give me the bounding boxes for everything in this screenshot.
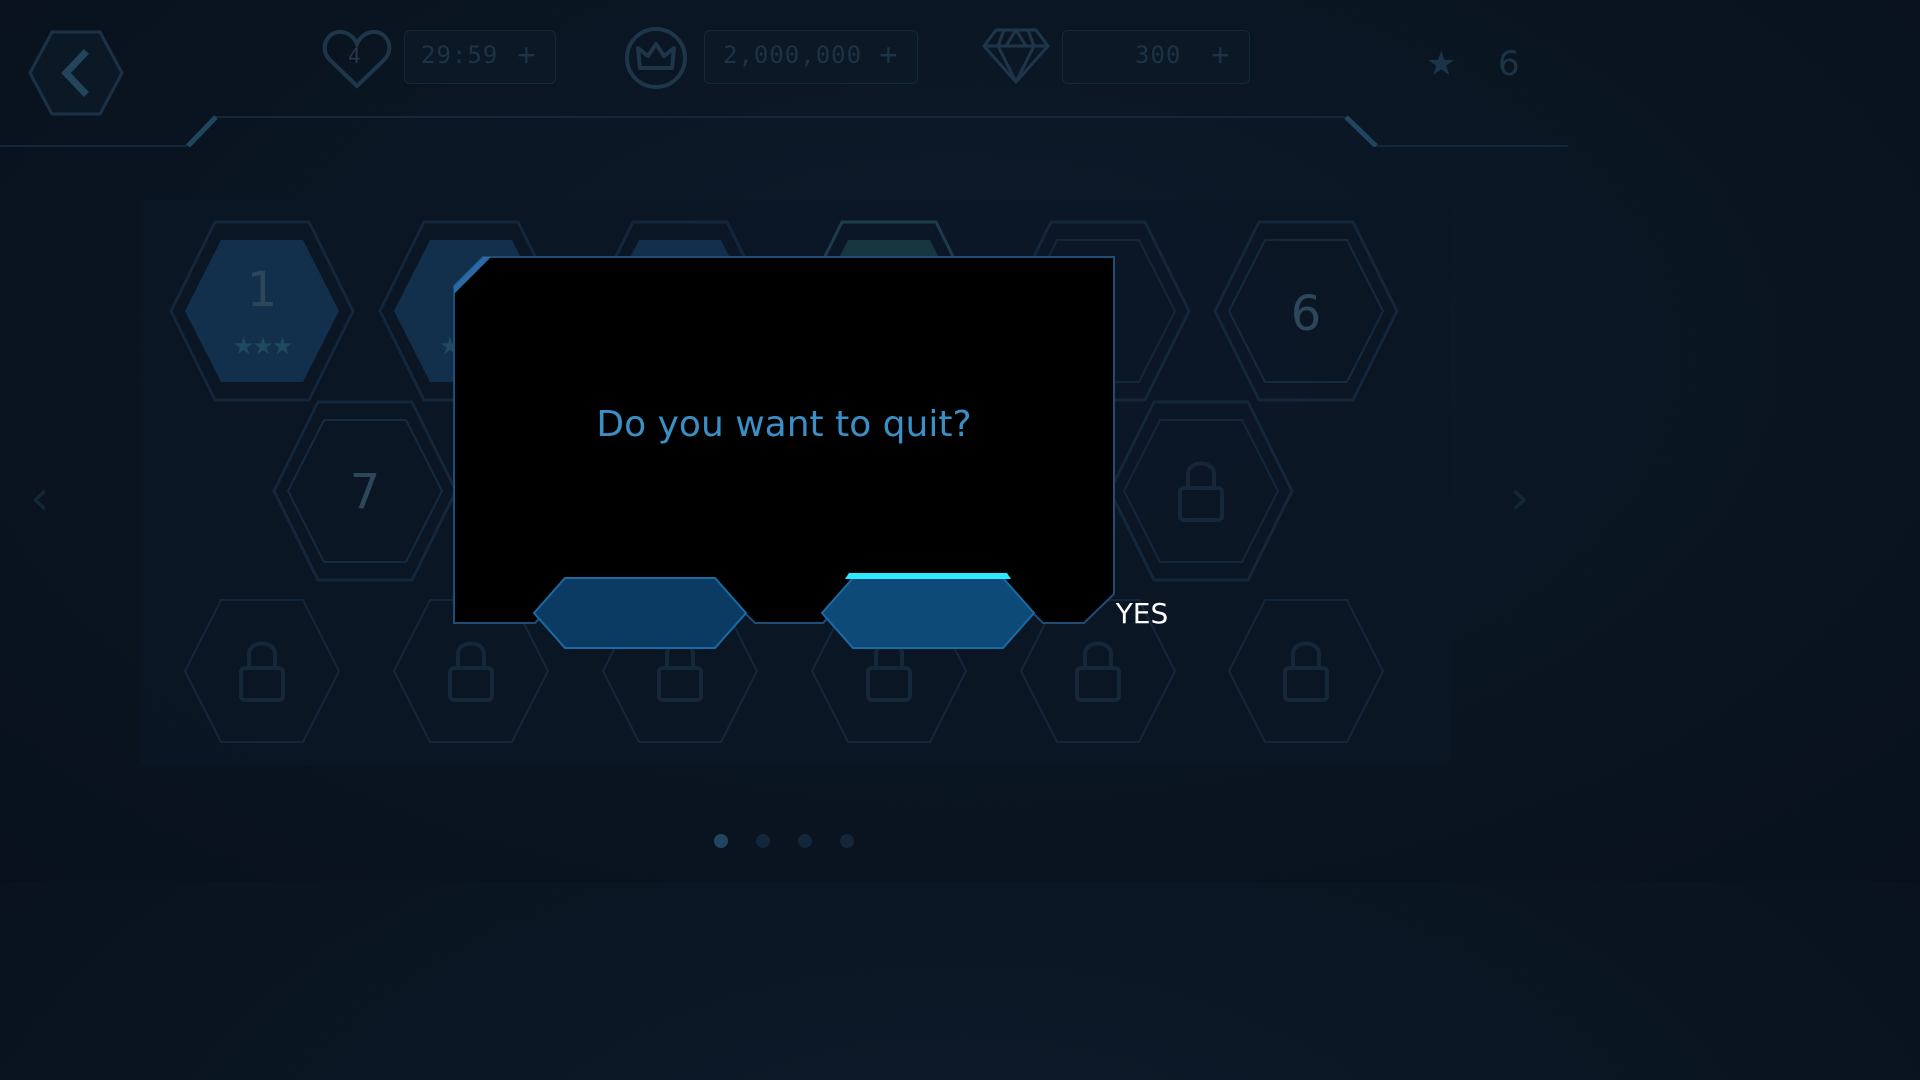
add-coins-button[interactable]: +	[879, 37, 898, 74]
header-divider	[0, 115, 1568, 147]
coins-count: 2,000,000	[723, 41, 863, 69]
lives-count: 4	[348, 44, 361, 68]
lock-icon	[1178, 461, 1224, 522]
diamond-icon	[982, 28, 1050, 84]
lock-icon	[1283, 641, 1329, 702]
star-icon: ★	[1426, 44, 1457, 84]
yes-button[interactable]: YES	[820, 573, 1168, 649]
page-dot[interactable]	[840, 834, 854, 848]
page-dot[interactable]	[714, 834, 728, 848]
no-button[interactable]: NO	[532, 577, 875, 649]
lives-timer-box: 29:59 +	[404, 30, 556, 84]
level-stars: ★★★	[232, 332, 294, 360]
level-number: 1	[246, 262, 278, 318]
coins-box: 2,000,000 +	[704, 30, 918, 84]
next-page-arrow[interactable]: ›	[1510, 470, 1529, 526]
add-gems-button[interactable]: +	[1211, 37, 1230, 74]
add-lives-button[interactable]: +	[517, 37, 536, 74]
yes-button-shape	[820, 573, 1036, 649]
page-dot[interactable]	[798, 834, 812, 848]
stars-total: 6	[1498, 44, 1520, 84]
lock-icon	[657, 641, 703, 702]
level-number: 7	[349, 464, 381, 520]
lock-icon	[1075, 641, 1121, 702]
gems-box: 300 +	[1062, 30, 1250, 84]
back-button[interactable]	[28, 30, 124, 116]
gems-count: 300	[1135, 41, 1182, 69]
level-number: 6	[1290, 286, 1322, 342]
yes-button-label: YES	[1115, 597, 1169, 630]
lock-icon	[448, 641, 494, 702]
prev-page-arrow[interactable]: ‹	[30, 470, 49, 526]
dialog-message: Do you want to quit?	[596, 404, 972, 445]
level-hex-locked[interactable]	[169, 578, 355, 764]
lock-icon	[866, 641, 912, 702]
lock-icon	[239, 641, 285, 702]
crown-icon	[625, 27, 687, 89]
lives-timer: 29:59	[421, 41, 499, 69]
level-hex-locked[interactable]	[1108, 398, 1294, 584]
page-dot[interactable]	[756, 834, 770, 848]
no-button-shape	[532, 577, 748, 649]
